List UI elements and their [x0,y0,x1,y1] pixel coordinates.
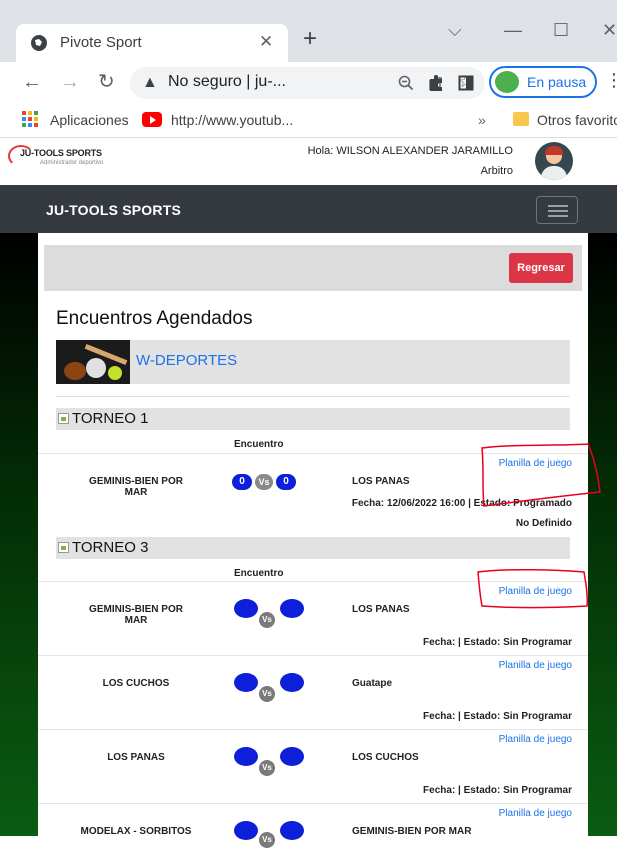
side-panel-icon[interactable] [458,75,474,91]
tournament-header: TORNEO 3 [56,537,570,559]
vs-badge: Vs [259,760,275,776]
column-header-encuentro: Encuentro [234,439,284,450]
browser-toolbar: ← → ↻ ▲ No seguro | ju-... ☆ En pausa ⋮ [0,62,617,104]
home-team-badge [234,821,258,840]
match-date-status: Fecha: | Estado: Sin Programar [423,785,572,796]
zoom-icon[interactable] [398,75,414,91]
profile-button[interactable]: En pausa [489,66,597,98]
vs-badge: Vs [259,612,275,628]
away-team: GEMINIS-BIEN POR MAR [352,826,472,837]
home-team: GEMINIS-BIEN POR MAR [89,604,183,626]
tab-close-icon[interactable]: ✕ [259,32,273,52]
home-team: MODELAX - SORBITOS [80,826,192,837]
new-tab-button[interactable]: + [303,27,317,51]
extensions-puzzle-icon[interactable] [428,74,444,92]
away-team: LOS PANAS [352,604,410,615]
divider [56,396,570,397]
organization-name[interactable]: W-DEPORTES [136,352,237,369]
away-score: 0 [276,474,296,490]
minimize-icon[interactable]: — [504,20,522,41]
match-row: Planilla de juego GEMINIS-BIEN POR MAR V… [38,581,588,655]
hamburger-icon [548,205,568,207]
content-card: Regresar Encuentros Agendados W-DEPORTES… [38,233,588,848]
browser-menu-icon[interactable]: ⋮ [605,70,617,91]
browser-tab-strip: Pivote Sport ✕ + ⌵ — ☐ ✕ [0,0,617,62]
broken-image-icon [58,413,69,424]
game-sheet-link[interactable]: Planilla de juego [499,660,572,671]
match-date-status: Fecha: | Estado: Sin Programar [423,637,572,648]
match-date-status: Fecha: | Estado: Sin Programar [423,711,572,722]
home-team: GEMINIS-BIEN POR MAR [89,476,183,498]
apps-grid-icon[interactable] [22,111,38,127]
broken-image-icon [58,542,69,553]
bookmark-apps[interactable]: Aplicaciones [50,112,129,128]
back-arrow-icon[interactable]: ← [22,70,42,94]
youtube-icon [142,112,162,127]
away-team-badge [280,747,304,766]
game-sheet-link[interactable]: Planilla de juego [499,808,572,819]
match-extra-status: No Definido [515,518,572,529]
menu-toggle-button[interactable] [536,196,578,224]
away-team: LOS PANAS [352,476,410,487]
close-window-icon[interactable]: ✕ [602,20,617,41]
away-team: Guatape [352,678,393,689]
match-row: Planilla de juego GEMINIS-BIEN POR MAR 0… [38,453,588,538]
vs-badge: Vs [255,474,273,490]
tournament-name: TORNEO 1 [72,410,149,427]
bookmarks-overflow-icon[interactable]: » [478,112,486,128]
main-navbar: JU-TOOLS SPORTS [0,185,617,233]
user-avatar[interactable] [535,142,573,180]
site-header: JU-TOOLS SPORTS Administrador deportivo … [0,139,617,185]
site-logo-subtitle: Administrador deportivo [40,160,104,166]
user-greeting: Hola: WILSON ALEXANDER JARAMILLO [307,145,513,157]
back-button[interactable]: Regresar [509,253,573,283]
bookmark-other-favorites[interactable]: Otros favorito [537,112,617,128]
profile-avatar-icon [495,71,519,93]
game-sheet-link[interactable]: Planilla de juego [499,458,572,469]
column-header-encuentro: Encuentro [234,568,284,579]
reload-icon[interactable]: ↻ [98,70,115,94]
site-logo[interactable]: JU-TOOLS SPORTS [20,148,102,158]
game-sheet-link[interactable]: Planilla de juego [499,586,572,597]
away-team-badge [280,821,304,840]
profile-status: En pausa [527,74,587,90]
tab-search-icon[interactable]: ⌵ [448,20,462,41]
forward-arrow-icon[interactable]: → [60,70,80,94]
browser-tab[interactable]: Pivote Sport ✕ [16,24,288,62]
folder-icon [513,112,529,126]
warning-icon[interactable]: ▲ [142,74,158,92]
tournament-header: TORNEO 1 [56,408,570,430]
bookmark-youtube[interactable]: http://www.youtub... [171,112,293,128]
game-sheet-link[interactable]: Planilla de juego [499,734,572,745]
address-text: No seguro | ju-... [168,73,286,90]
home-team: LOS CUCHOS [102,678,170,689]
away-team: LOS CUCHOS [352,752,419,763]
match-row: Planilla de juego MODELAX - SORBITOS Vs … [38,803,588,848]
home-score: 0 [232,474,252,490]
sports-balls-image [56,340,130,384]
navbar-brand[interactable]: JU-TOOLS SPORTS [46,202,181,218]
vs-badge: Vs [259,832,275,848]
user-role: Arbitro [480,165,513,177]
home-team: LOS PANAS [107,752,165,763]
home-team-badge [234,599,258,618]
organization-row: W-DEPORTES [56,340,570,384]
home-team-badge [234,747,258,766]
match-date-status: Fecha: 12/06/2022 16:00 | Estado: Progra… [351,498,572,509]
match-row: Planilla de juego LOS CUCHOS Vs Guatape … [38,655,588,729]
globe-icon [31,35,47,51]
tab-title: Pivote Sport [60,34,142,51]
tournament-name: TORNEO 3 [72,539,149,556]
away-team-badge [280,673,304,692]
match-row: Planilla de juego LOS PANAS Vs LOS CUCHO… [38,729,588,803]
home-team-badge [234,673,258,692]
away-team-badge [280,599,304,618]
page-title: Encuentros Agendados [56,308,253,329]
maximize-icon[interactable]: ☐ [553,20,569,41]
vs-badge: Vs [259,686,275,702]
actions-panel: Regresar [44,245,582,291]
